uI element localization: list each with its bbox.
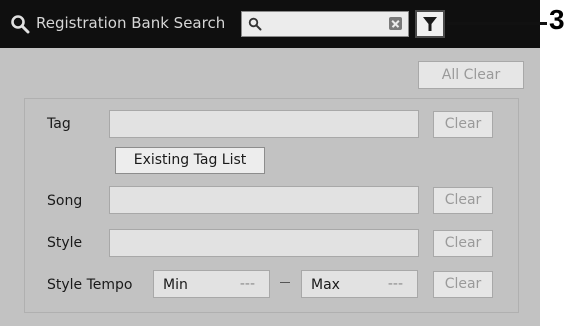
search-icon	[11, 15, 30, 34]
tempo-max-field[interactable]: Max ---	[301, 270, 418, 298]
tempo-max-value: ---	[387, 276, 403, 292]
search-input[interactable]	[241, 11, 409, 37]
page-title: Registration Bank Search	[36, 14, 226, 32]
tempo-max-label: Max	[311, 277, 340, 293]
tag-clear-button[interactable]: Clear	[433, 111, 493, 138]
style-tempo-clear-button[interactable]: Clear	[433, 271, 493, 298]
tag-label: Tag	[47, 116, 71, 132]
callout-number: 3	[549, 4, 565, 35]
song-label: Song	[47, 193, 83, 209]
filter-button[interactable]	[415, 10, 445, 38]
tempo-min-field[interactable]: Min ---	[153, 270, 270, 298]
existing-tag-list-button[interactable]: Existing Tag List	[115, 147, 265, 174]
style-field[interactable]	[109, 229, 419, 257]
all-clear-button[interactable]: All Clear	[418, 61, 524, 89]
tempo-range-dash	[280, 282, 290, 283]
filter-icon	[423, 17, 437, 31]
style-tempo-label: Style Tempo	[47, 277, 133, 293]
song-clear-button[interactable]: Clear	[433, 187, 493, 214]
search-panel: Registration Bank Search All Clear Tag C…	[0, 0, 540, 326]
tempo-min-label: Min	[163, 277, 188, 293]
callout-line	[447, 22, 547, 25]
style-clear-button[interactable]: Clear	[433, 230, 493, 257]
song-field[interactable]	[109, 186, 419, 214]
clear-field-icon[interactable]	[389, 17, 402, 30]
tempo-min-value: ---	[239, 276, 255, 292]
style-label: Style	[47, 235, 83, 251]
search-input-icon	[248, 17, 262, 31]
tag-field[interactable]	[109, 110, 419, 138]
